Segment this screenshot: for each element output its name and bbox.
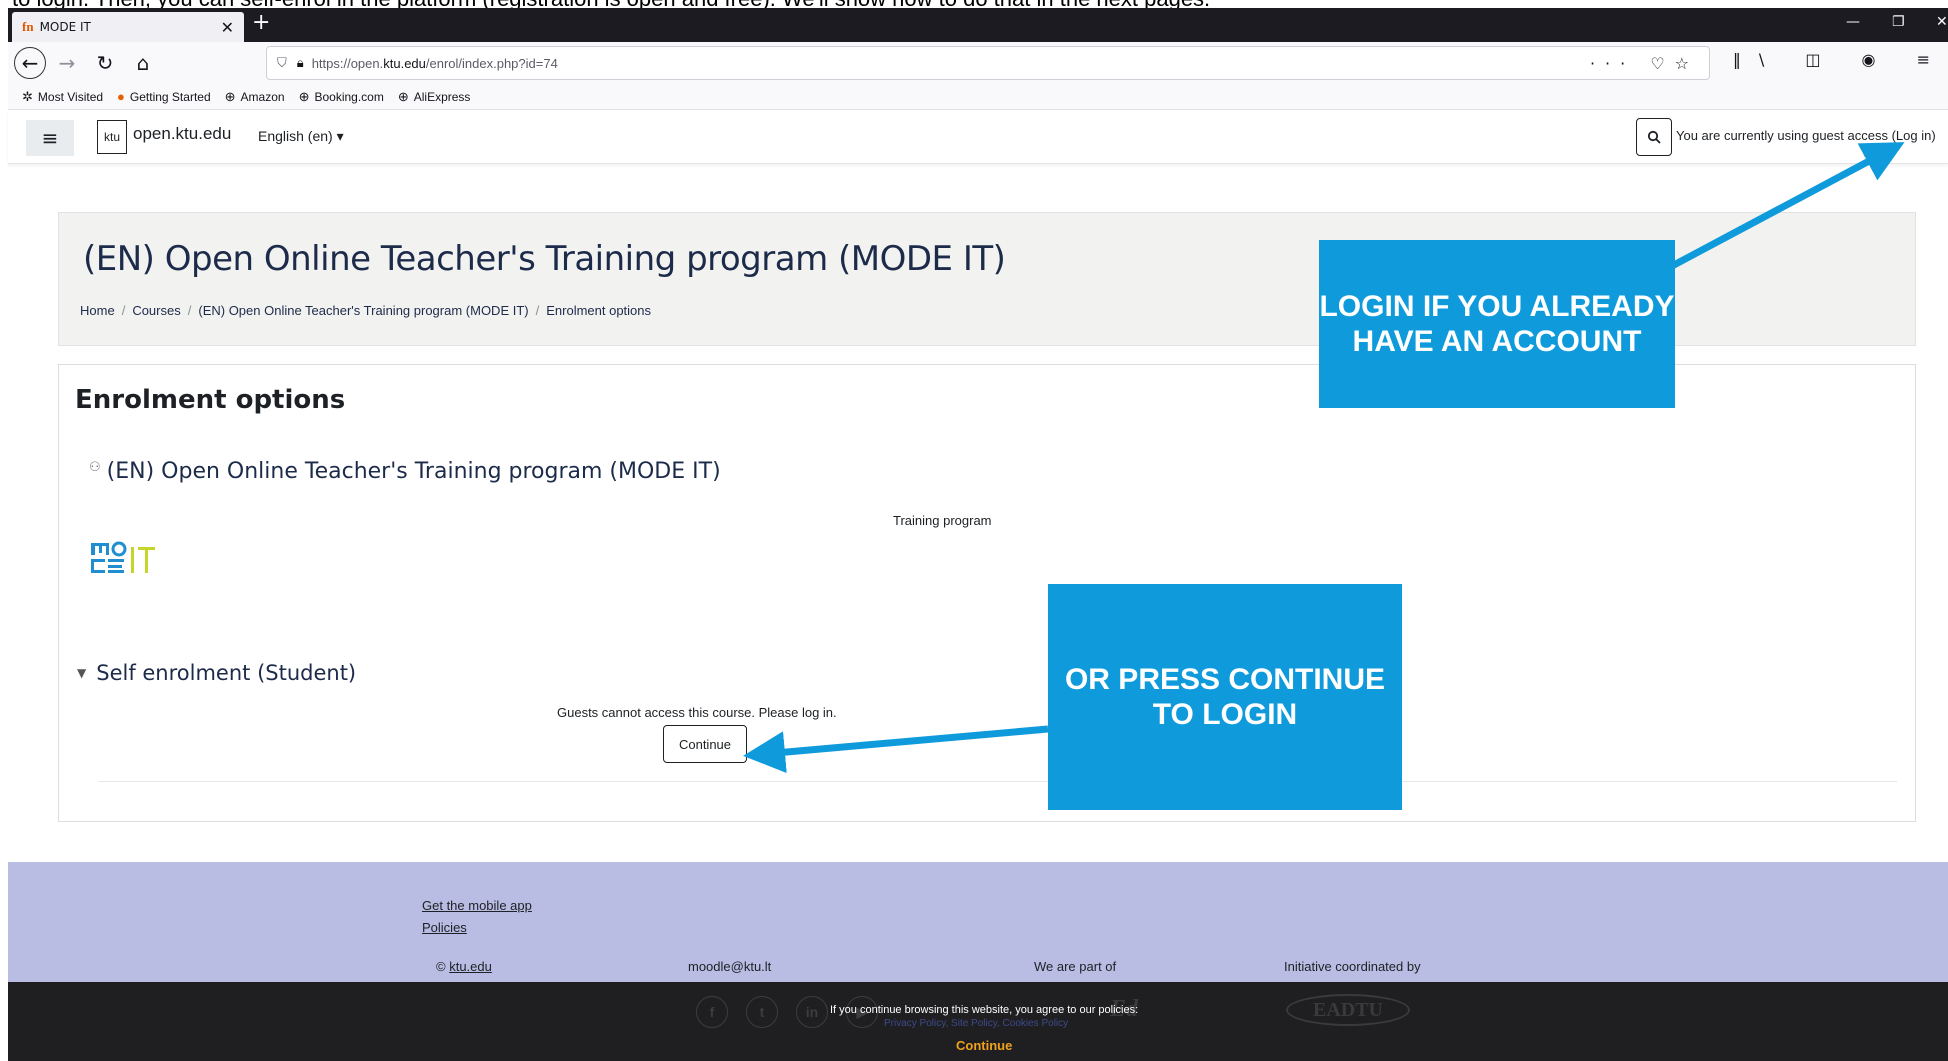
copyright: © ktu.edu — [436, 959, 492, 974]
caret-down-icon: ▾ — [336, 128, 344, 144]
divider — [99, 781, 1897, 782]
language-menu[interactable]: English (en) ▾ — [258, 128, 344, 145]
lock-icon[interactable]: 🔒︎ — [297, 56, 304, 71]
course-icon: ⚇ — [89, 460, 101, 475]
cookie-continue-button[interactable]: Continue — [956, 1038, 1012, 1053]
bookmark-most-visited[interactable]: ✲ Most Visited — [22, 89, 103, 105]
ktu-link[interactable]: ktu.edu — [449, 959, 492, 974]
login-callout: LOGIN IF YOU ALREADY HAVE AN ACCOUNT — [1319, 240, 1675, 408]
cookie-policy-links[interactable]: Privacy Policy, Site Policy, Cookies Pol… — [884, 1018, 1068, 1029]
eadtu-logo[interactable]: EADTU — [1286, 994, 1410, 1026]
mode-it-logo — [91, 541, 155, 573]
bookmark-amazon[interactable]: ⊕ Amazon — [225, 89, 285, 105]
restore-icon[interactable]: ❐ — [1892, 14, 1905, 30]
continue-callout: OR PRESS CONTINUE TO LOGIN — [1048, 584, 1402, 810]
breadcrumb-course[interactable]: (EN) Open Online Teacher's Training prog… — [198, 303, 528, 318]
we-are-part-of-label: We are part of — [1034, 959, 1117, 974]
caret-down-icon: ▼ — [77, 666, 87, 680]
tracking-shield-icon[interactable]: ⛉ — [277, 56, 287, 71]
site-header: ≡ ktu open.ktu.edu English (en) ▾ You ar… — [8, 110, 1948, 164]
gear-icon: ✲ — [22, 88, 33, 104]
search-icon[interactable] — [1636, 118, 1672, 156]
breadcrumb-home[interactable]: Home — [80, 303, 115, 318]
new-tab-icon[interactable]: + — [252, 10, 270, 35]
twitter-icon[interactable]: t — [746, 996, 778, 1028]
linkedin-icon[interactable]: in — [796, 996, 828, 1028]
enrolment-card: Enrolment options ⚇ (EN) Open Online Teac… — [58, 364, 1916, 822]
bookmark-aliexpress[interactable]: ⊕ AliExpress — [398, 89, 471, 105]
self-enrolment-toggle[interactable]: ▼ Self enrolment (Student) — [77, 661, 356, 685]
contact-email: moodle@ktu.lt — [688, 959, 772, 974]
mobile-app-link[interactable]: Get the mobile app — [422, 898, 532, 913]
browser-toolbar: ← → ↻ ⌂ ⛉ 🔒︎ https://open.ktu.edu/enrol/… — [8, 42, 1948, 84]
globe-icon: ⊕ — [224, 88, 236, 104]
url-text[interactable]: https://open.ktu.edu/enrol/index.php?id=… — [312, 56, 1590, 71]
globe-icon: ⊕ — [397, 88, 409, 104]
continue-button[interactable]: Continue — [663, 725, 747, 763]
site-logo[interactable]: ktu — [97, 120, 127, 154]
forward-arrow-icon[interactable]: → — [50, 46, 84, 80]
library-icons[interactable]: ‖\ ◫ ◉ ≡ — [1733, 50, 1948, 69]
login-link[interactable]: Log in — [1896, 128, 1931, 143]
firefox-icon: ● — [117, 89, 125, 104]
back-arrow-icon[interactable]: ← — [14, 47, 46, 79]
page-title: (EN) Open Online Teacher's Training prog… — [83, 239, 1006, 279]
course-name[interactable]: ⚇ (EN) Open Online Teacher's Training pro… — [89, 459, 721, 484]
initiative-label: Initiative coordinated by — [1284, 959, 1421, 974]
cookie-banner: f t in ▶ Ed EADTU If you continue browsi… — [8, 982, 1948, 1061]
home-icon[interactable]: ⌂ — [126, 46, 160, 80]
browser-tab-strip: fn MODE IT ✕ + — ❐ ✕ — [8, 8, 1948, 42]
window-close-icon[interactable]: ✕ — [1936, 14, 1948, 30]
course-summary: Training program — [893, 513, 992, 528]
breadcrumb-courses[interactable]: Courses — [132, 303, 180, 318]
slide-caption: to login. Then, you can self-enrol in th… — [0, 0, 1948, 8]
guest-access-text: You are currently using guest access (Lo… — [1676, 128, 1936, 143]
minimize-icon[interactable]: — — [1846, 14, 1860, 30]
browser-tab[interactable]: fn MODE IT ✕ — [12, 12, 244, 42]
facebook-icon[interactable]: f — [696, 996, 728, 1028]
enrolment-heading: Enrolment options — [75, 385, 346, 415]
url-bar[interactable]: ⛉ 🔒︎ https://open.ktu.edu/enrol/index.ph… — [266, 46, 1710, 80]
globe-icon: ⊕ — [298, 88, 310, 104]
bookmark-getting-started[interactable]: ● Getting Started — [117, 89, 211, 104]
close-icon[interactable]: ✕ — [221, 18, 234, 37]
site-name-link[interactable]: open.ktu.edu — [133, 124, 231, 144]
policies-link[interactable]: Policies — [422, 920, 467, 935]
page-actions-icon[interactable]: ··· ♡☆ — [1590, 54, 1699, 73]
reload-icon[interactable]: ↻ — [88, 46, 122, 80]
site-footer: Get the mobile app Policies © ktu.edu mo… — [8, 862, 1948, 982]
breadcrumb-current: Enrolment options — [546, 303, 652, 318]
bookmark-booking[interactable]: ⊕ Booking.com — [299, 89, 384, 105]
breadcrumb: Home / Courses / (EN) Open Online Teacher's … — [80, 303, 652, 318]
cookie-message: If you continue browsing this website, y… — [830, 1004, 1139, 1016]
guest-message: Guests cannot access this course. Please… — [557, 705, 837, 720]
menu-toggle-icon[interactable]: ≡ — [26, 120, 74, 156]
tab-favicon: fn — [22, 19, 34, 34]
bookmarks-bar: ✲ Most Visited ● Getting Started ⊕ Amazon ⊕… — [8, 84, 1948, 110]
tab-title: MODE IT — [39, 20, 91, 34]
